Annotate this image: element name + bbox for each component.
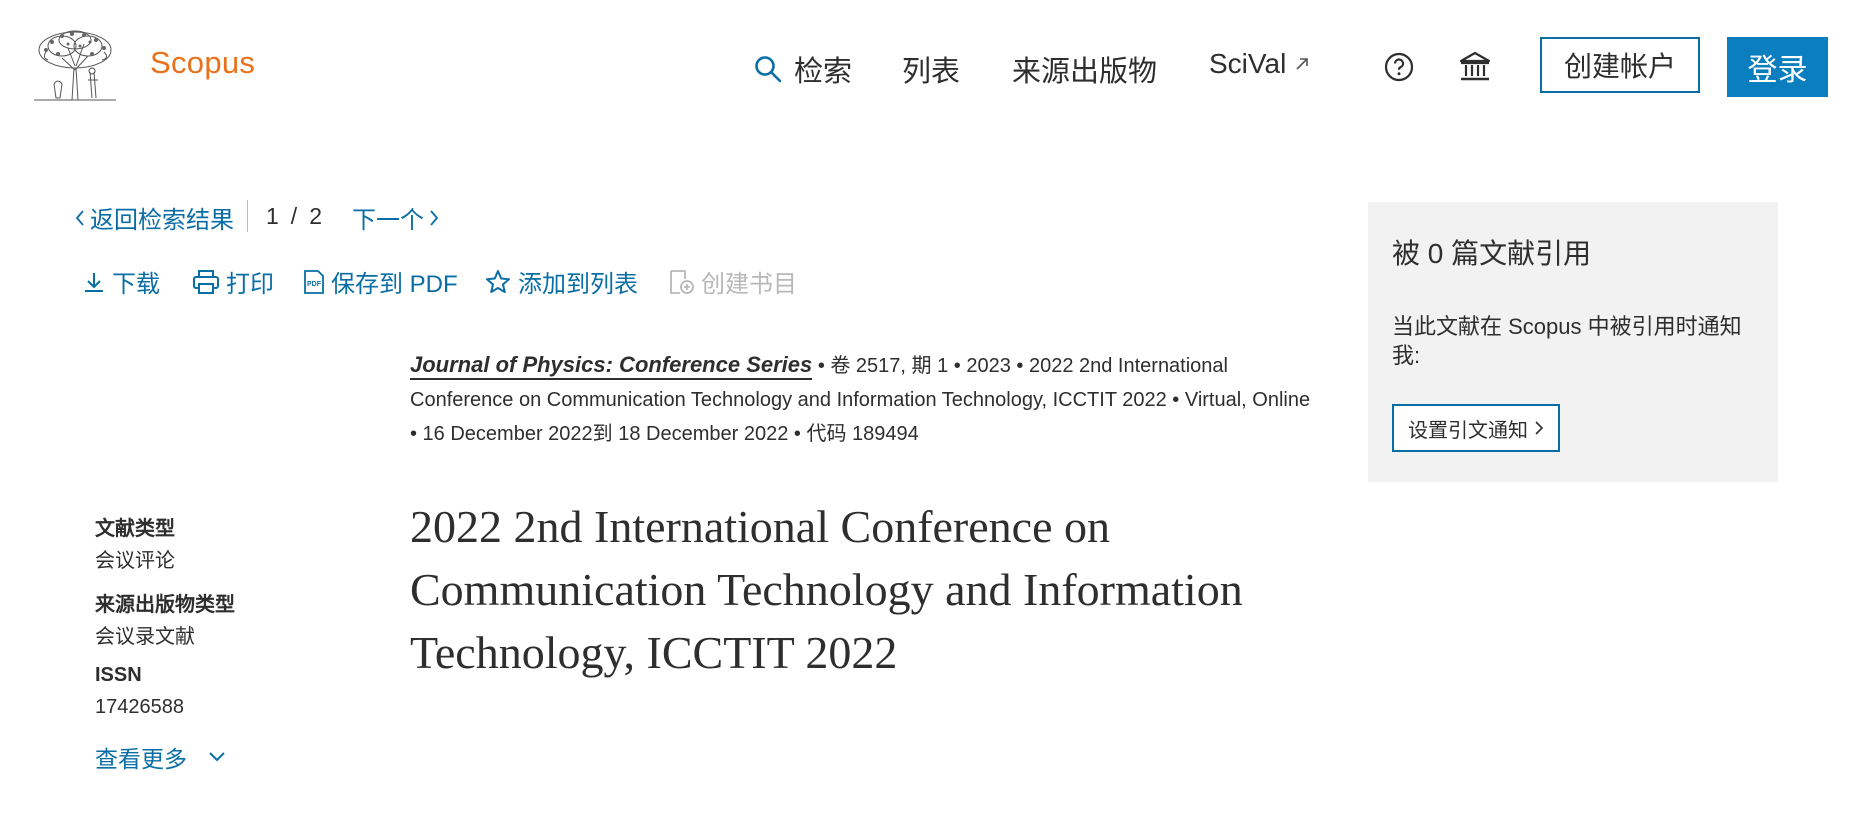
save-pdf-label: 保存到 PDF: [331, 271, 458, 298]
source-type-label: 来源出版物类型: [95, 588, 235, 617]
issn-value-text: 17426588: [95, 696, 184, 718]
source-type-label-text: 来源出版物类型: [95, 594, 235, 616]
doc-type-value-text: 会议评论: [95, 550, 175, 572]
doc-type-label-text: 文献类型: [95, 518, 175, 540]
source-type-value-text: 会议录文献: [95, 626, 195, 648]
source-title-link[interactable]: Journal of Physics: Conference Series: [410, 352, 813, 380]
print-button[interactable]: 打印: [192, 264, 274, 299]
create-bibliography-button[interactable]: 创建书目: [669, 264, 797, 299]
add-to-list-label: 添加到列表: [518, 271, 638, 298]
create-account-button[interactable]: 创建帐户: [1540, 37, 1700, 93]
set-citation-alert-label: 设置引文通知: [1408, 419, 1528, 442]
source-info: Journal of Physics: Conference Series • …: [410, 348, 1320, 451]
nav-scival-label: SciVal: [1209, 48, 1287, 79]
source-type-value: 会议录文献: [95, 620, 195, 649]
star-icon: [486, 269, 510, 293]
nav-search[interactable]: 检索: [754, 48, 852, 90]
print-label: 打印: [226, 271, 274, 298]
login-button[interactable]: 登录: [1727, 37, 1828, 97]
next-result-link[interactable]: 下一个: [352, 200, 440, 235]
nav-sources[interactable]: 来源出版物: [1012, 48, 1157, 90]
svg-text:PDF: PDF: [307, 281, 322, 288]
nav-scival[interactable]: SciVal: [1209, 48, 1310, 80]
show-more-link[interactable]: 查看更多: [95, 740, 227, 774]
scopus-brand-link[interactable]: Scopus: [150, 45, 255, 81]
nav-lists[interactable]: 列表: [902, 48, 960, 90]
result-pager: 1 / 2: [247, 200, 322, 232]
chevron-down-icon: [209, 752, 225, 762]
add-to-list-button[interactable]: 添加到列表: [484, 264, 638, 299]
next-result-label: 下一个: [352, 207, 424, 234]
download-label: 下载: [112, 271, 160, 298]
pager-total: 2: [309, 202, 322, 229]
external-link-icon: [1296, 58, 1309, 70]
doc-type-value: 会议评论: [95, 544, 175, 573]
pdf-icon: PDF: [304, 269, 324, 294]
download-icon: [85, 272, 103, 292]
issn-label: ISSN: [95, 664, 142, 687]
chevron-right-icon: [1535, 421, 1544, 435]
back-to-results-label: 返回检索结果: [90, 207, 234, 234]
chevron-left-icon: [75, 209, 84, 226]
citations-panel: 被 0 篇文献引用 当此文献在 Scopus 中被引用时通知我: 设置引文通知: [1368, 202, 1778, 482]
create-bibliography-label: 创建书目: [701, 271, 797, 298]
doc-type-label: 文献类型: [95, 512, 175, 541]
pager-separator: /: [290, 202, 298, 229]
issn-value: 17426588: [95, 696, 184, 719]
save-pdf-button[interactable]: PDF 保存到 PDF: [303, 264, 458, 299]
issn-label-text: ISSN: [95, 664, 142, 686]
institution-icon[interactable]: [1458, 50, 1492, 84]
back-to-results-link[interactable]: 返回检索结果: [74, 200, 234, 235]
pager-current: 1: [266, 202, 279, 229]
chevron-right-icon: [430, 209, 439, 226]
nav-sources-label: 来源出版物: [1012, 56, 1158, 88]
elsevier-logo[interactable]: [32, 28, 118, 102]
cited-by-count: 被 0 篇文献引用: [1392, 238, 1592, 269]
show-more-label: 查看更多: [95, 746, 187, 772]
download-button[interactable]: 下载: [82, 264, 160, 299]
citation-alert-text: 当此文献在 Scopus 中被引用时通知我:: [1392, 314, 1742, 368]
set-citation-alert-button[interactable]: 设置引文通知: [1392, 404, 1560, 452]
nav-lists-label: 列表: [902, 56, 961, 88]
bibliography-icon: [670, 269, 694, 294]
print-icon: [193, 269, 219, 294]
nav-search-label: 检索: [794, 56, 853, 88]
search-icon: [755, 56, 782, 83]
document-title: 2022 2nd International Conference on Com…: [410, 501, 1243, 678]
help-circle-icon[interactable]: [1384, 52, 1414, 82]
